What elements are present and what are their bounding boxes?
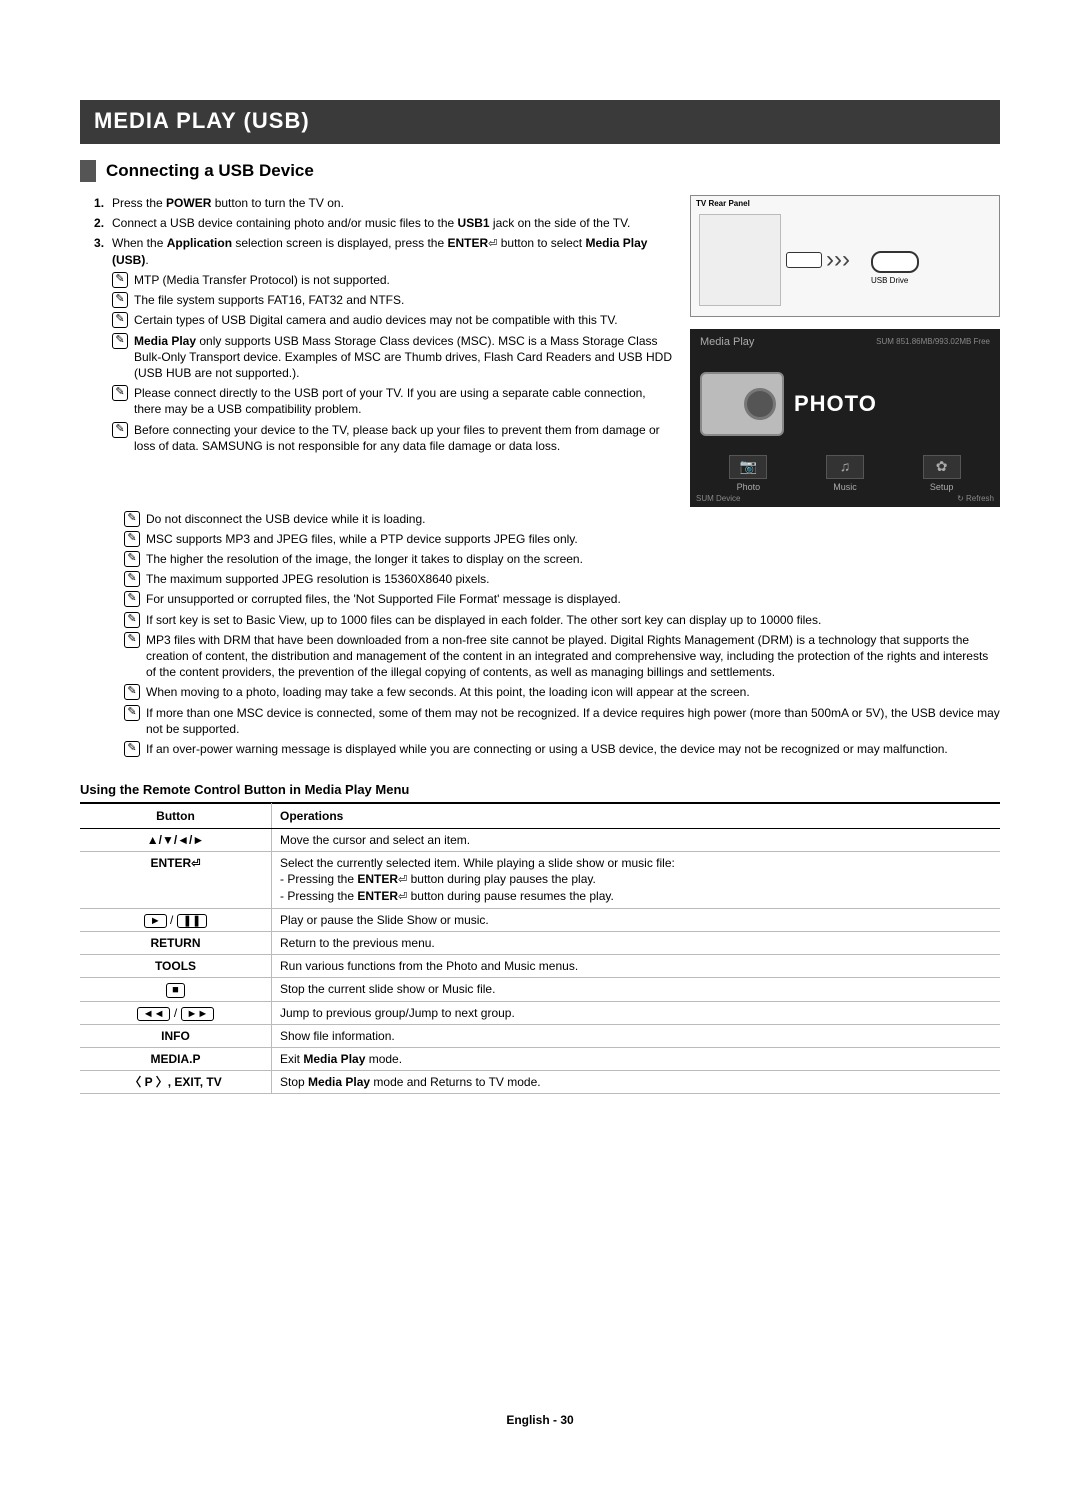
note-item: If sort key is set to Basic View, up to … bbox=[124, 612, 1000, 628]
note-item: For unsupported or corrupted files, the … bbox=[124, 591, 1000, 607]
camera-icon bbox=[700, 372, 784, 436]
note-item: Before connecting your device to the TV,… bbox=[112, 422, 672, 454]
step-2: Connect a USB device containing photo an… bbox=[80, 215, 672, 231]
note-item: Please connect directly to the USB port … bbox=[112, 385, 672, 417]
note-item: Do not disconnect the USB device while i… bbox=[124, 511, 1000, 527]
note-item: MSC supports MP3 and JPEG files, while a… bbox=[124, 531, 1000, 547]
media-play-screenshot: Media Play SUM 851.86MB/993.02MB Free PH… bbox=[690, 329, 1000, 507]
note-item: Certain types of USB Digital camera and … bbox=[112, 312, 672, 328]
note-item: MTP (Media Transfer Protocol) is not sup… bbox=[112, 272, 672, 288]
note-item: The file system supports FAT16, FAT32 an… bbox=[112, 292, 672, 308]
note-item: MP3 files with DRM that have been downlo… bbox=[124, 632, 1000, 681]
media-thumb: 📷Photo bbox=[729, 455, 767, 495]
note-item: The higher the resolution of the image, … bbox=[124, 551, 1000, 567]
section-bullet bbox=[80, 160, 96, 182]
table-title: Using the Remote Control Button in Media… bbox=[80, 781, 1000, 803]
enter-icon bbox=[488, 236, 497, 250]
notes-narrow: MTP (Media Transfer Protocol) is not sup… bbox=[112, 272, 672, 329]
note-msc: Media Play only supports USB Mass Storag… bbox=[112, 333, 672, 382]
page-footer: English - 30 bbox=[80, 1382, 1000, 1428]
enter-icon bbox=[191, 856, 200, 870]
media-thumb: ♫Music bbox=[826, 455, 864, 495]
section-header: Connecting a USB Device bbox=[80, 160, 1000, 183]
step-1: Press the POWER button to turn the TV on… bbox=[80, 195, 672, 211]
notes-narrow2: Please connect directly to the USB port … bbox=[112, 385, 672, 454]
section-title: Connecting a USB Device bbox=[106, 160, 314, 183]
note-item: When moving to a photo, loading may take… bbox=[124, 684, 1000, 700]
remote-table: Button Operations ▲/▼/◄/► Move the curso… bbox=[80, 803, 1000, 1095]
note-item: If more than one MSC device is connected… bbox=[124, 705, 1000, 737]
notes-wide: Do not disconnect the USB device while i… bbox=[124, 511, 1000, 757]
media-thumb: ✿Setup bbox=[923, 455, 961, 495]
chapter-title: MEDIA PLAY (USB) bbox=[80, 100, 1000, 144]
note-item: If an over-power warning message is disp… bbox=[124, 741, 1000, 757]
rear-panel-diagram: TV Rear Panel ››› USB Drive bbox=[690, 195, 1000, 317]
note-item: The maximum supported JPEG resolution is… bbox=[124, 571, 1000, 587]
step-3: When the Application selection screen is… bbox=[80, 235, 672, 454]
